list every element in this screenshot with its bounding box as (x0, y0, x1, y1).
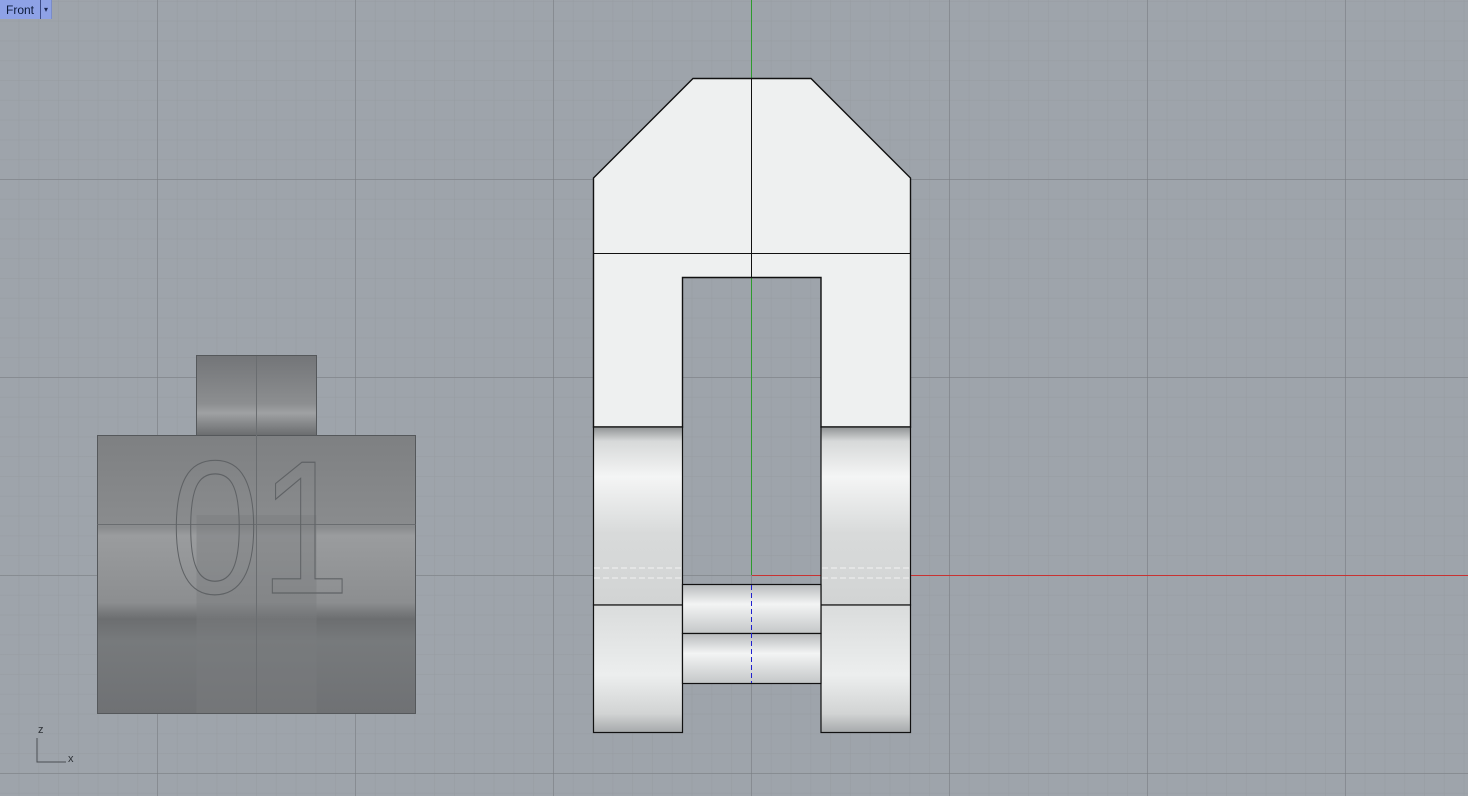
axes-gizmo-z-label: z (38, 724, 44, 736)
viewport-menu-dropdown-icon[interactable]: ▾ (40, 0, 51, 19)
clevis-left-leg-lower (592, 604, 684, 734)
scene-canvas[interactable]: 01 z x (0, 0, 1468, 796)
viewport-title-tab[interactable]: Front ▾ (0, 0, 53, 19)
engraved-tag-part[interactable]: 01 (97, 355, 416, 714)
viewport-title-label[interactable]: Front (0, 0, 40, 19)
tag-engraving: 01 (170, 422, 350, 634)
axes-gizmo: z x (36, 724, 74, 765)
axes-gizmo-lines (36, 738, 66, 763)
axes-gizmo-x-label: x (68, 753, 74, 765)
clevis-right-leg-lower (820, 604, 912, 734)
